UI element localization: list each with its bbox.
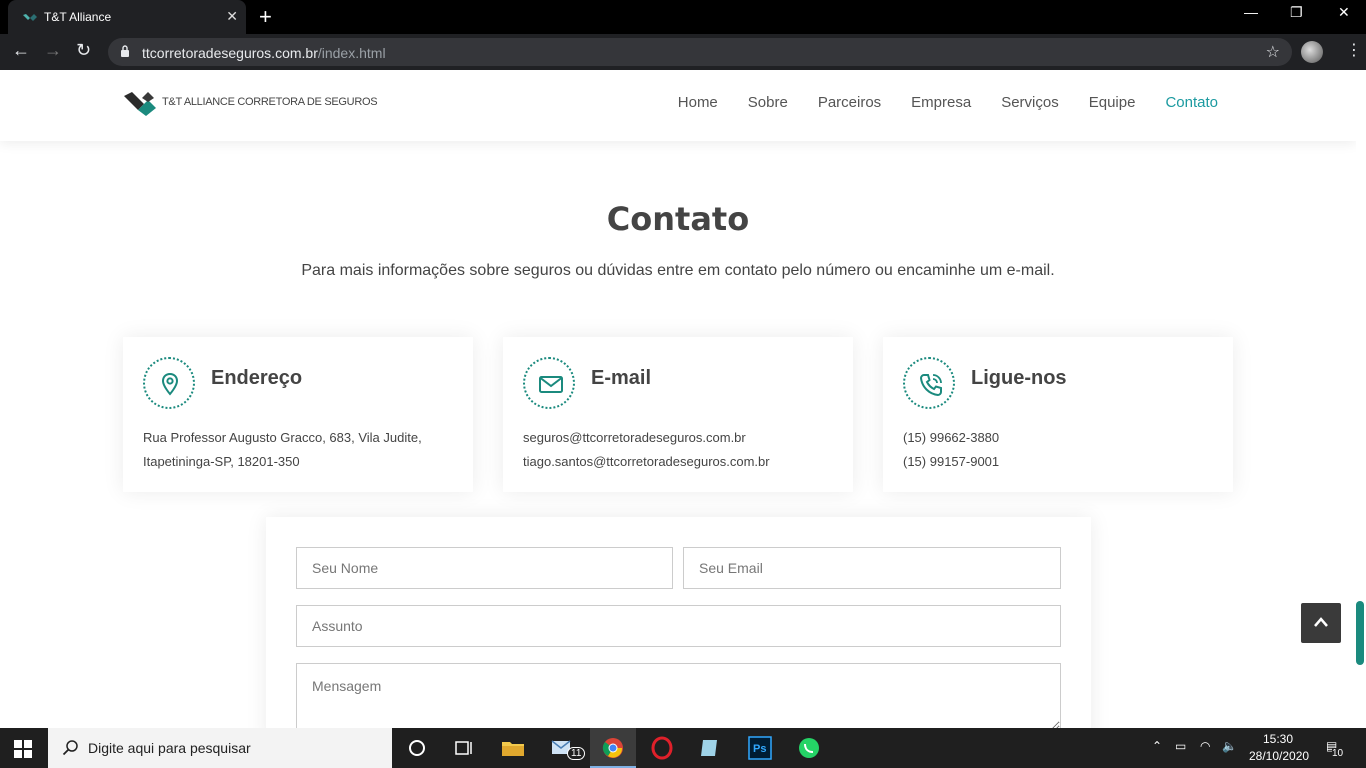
url-text: ttcorretoradeseguros.com.br/index.html <box>142 45 386 61</box>
email-line-2[interactable]: tiago.santos@ttcorretoradeseguros.com.br <box>523 454 770 469</box>
notepad-icon[interactable] <box>697 736 723 760</box>
contact-subtitle: Para mais informações sobre seguros ou d… <box>301 262 1055 279</box>
tab-title: T&T Alliance <box>44 10 112 24</box>
chrome-taskbar-button[interactable] <box>590 728 636 768</box>
reload-icon[interactable]: ↻ <box>76 40 91 61</box>
nav-empresa[interactable]: Empresa <box>911 94 971 111</box>
logo-text: T&T ALLIANCE CORRETORA DE SEGUROS <box>162 96 378 108</box>
tray-chevron-icon[interactable]: ⌃ <box>1152 739 1162 753</box>
browser-tab[interactable]: T&T Alliance ✕ <box>8 0 246 34</box>
mail-badge: 11 <box>567 747 586 760</box>
search-icon <box>62 740 78 756</box>
wifi-icon[interactable]: ◠ <box>1200 739 1210 753</box>
browser-toolbar: ← → ↻ ttcorretoradeseguros.com.br/index.… <box>0 34 1366 70</box>
profile-avatar[interactable] <box>1301 41 1323 63</box>
url-path: /index.html <box>317 45 386 61</box>
chevron-up-icon <box>1314 617 1328 627</box>
nav-sobre[interactable]: Sobre <box>748 94 788 111</box>
url-domain: ttcorretoradeseguros.com.br <box>142 45 318 61</box>
scrollbar-thumb[interactable] <box>1356 601 1364 665</box>
subject-input[interactable] <box>296 605 1061 647</box>
chrome-icon <box>602 738 623 758</box>
address-card-title: Endereço <box>211 367 303 389</box>
nav-parceiros[interactable]: Parceiros <box>818 94 881 111</box>
volume-icon[interactable]: 🔈 <box>1222 739 1237 753</box>
phone-card-title: Ligue-nos <box>971 367 1067 389</box>
message-textarea[interactable] <box>296 663 1061 728</box>
name-input[interactable] <box>296 547 673 589</box>
taskbar-search[interactable]: Digite aqui para pesquisar <box>48 728 392 768</box>
address-line-1: Rua Professor Augusto Gracco, 683, Vila … <box>143 430 422 445</box>
email-card: E-mail seguros@ttcorretoradeseguros.com.… <box>503 337 853 492</box>
whatsapp-icon[interactable] <box>796 736 822 760</box>
phone-icon <box>903 357 955 409</box>
windows-start-icon[interactable] <box>14 740 32 758</box>
logo-mark-icon <box>124 92 156 116</box>
address-card: Endereço Rua Professor Augusto Gracco, 6… <box>123 337 473 492</box>
notifications-count: 10 <box>1332 748 1344 759</box>
contact-title: Contato <box>606 200 750 238</box>
clock-time[interactable]: 15:30 <box>1263 732 1293 746</box>
lock-icon <box>121 45 129 57</box>
contact-form <box>266 517 1091 728</box>
browser-menu-icon[interactable]: ⋮ <box>1346 40 1362 60</box>
main-nav: Home Sobre Parceiros Empresa Serviços Eq… <box>678 94 1218 111</box>
email-input[interactable] <box>683 547 1061 589</box>
phone-line-2[interactable]: (15) 99157-9001 <box>903 454 999 469</box>
email-line-1[interactable]: seguros@ttcorretoradeseguros.com.br <box>523 430 746 445</box>
bookmark-star-icon[interactable]: ☆ <box>1266 42 1280 62</box>
browser-tab-bar: T&T Alliance ✕ + — ❐ ✕ <box>0 0 1366 34</box>
address-bar[interactable]: ttcorretoradeseguros.com.br/index.html ☆ <box>108 38 1292 66</box>
nav-servicos[interactable]: Serviços <box>1001 94 1059 111</box>
minimize-button[interactable]: — <box>1244 4 1258 20</box>
site-logo[interactable]: T&T ALLIANCE CORRETORA DE SEGUROS <box>122 88 382 118</box>
new-tab-button[interactable]: + <box>259 4 272 30</box>
clock-date[interactable]: 28/10/2020 <box>1249 749 1309 763</box>
tab-close-icon[interactable]: ✕ <box>226 8 238 25</box>
cortana-icon[interactable] <box>404 736 430 760</box>
envelope-icon <box>523 357 575 409</box>
site-header: T&T ALLIANCE CORRETORA DE SEGUROS Home S… <box>0 70 1356 141</box>
phone-line-1[interactable]: (15) 99662-3880 <box>903 430 999 445</box>
forward-arrow-icon[interactable]: → <box>44 40 62 61</box>
svg-text:Ps: Ps <box>753 743 766 755</box>
address-line-2: Itapetininga-SP, 18201-350 <box>143 454 300 469</box>
task-view-icon[interactable] <box>451 736 477 760</box>
email-card-title: E-mail <box>591 367 652 389</box>
battery-icon[interactable]: ▭ <box>1175 739 1186 753</box>
windows-taskbar: Digite aqui para pesquisar 11 Ps ⌃ ▭ ◠ 🔈… <box>0 728 1366 768</box>
site-favicon-icon <box>23 14 37 21</box>
photoshop-icon[interactable]: Ps <box>747 736 773 760</box>
nav-contato[interactable]: Contato <box>1165 94 1218 111</box>
search-placeholder: Digite aqui para pesquisar <box>88 740 251 756</box>
nav-home[interactable]: Home <box>678 94 718 111</box>
window-close-button[interactable]: ✕ <box>1338 4 1350 21</box>
opera-icon[interactable] <box>649 736 675 760</box>
nav-equipe[interactable]: Equipe <box>1089 94 1136 111</box>
map-pin-icon <box>143 357 195 409</box>
back-arrow-icon[interactable]: ← <box>12 40 30 61</box>
back-to-top-button[interactable] <box>1301 603 1341 643</box>
phone-card: Ligue-nos (15) 99662-3880 (15) 99157-900… <box>883 337 1233 492</box>
file-explorer-icon[interactable] <box>500 736 526 760</box>
restore-button[interactable]: ❐ <box>1290 4 1303 21</box>
webpage: T&T ALLIANCE CORRETORA DE SEGUROS Home S… <box>0 70 1356 728</box>
